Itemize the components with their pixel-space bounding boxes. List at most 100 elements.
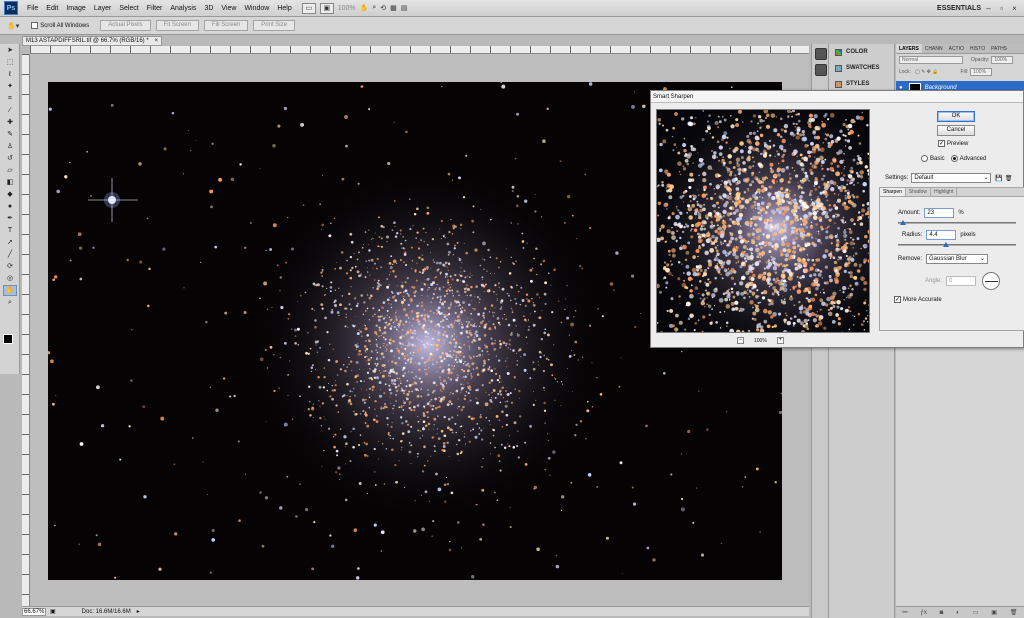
clone-stamp-tool-icon[interactable]: ♙ bbox=[3, 141, 17, 152]
path-selection-tool-icon[interactable]: ➚ bbox=[3, 237, 17, 248]
zoom-tool-icon[interactable]: ⌕ bbox=[370, 4, 378, 12]
status-zoom-field[interactable]: 66.67% bbox=[22, 607, 46, 616]
zoom-tool-icon-toolbox[interactable]: ⌕ bbox=[3, 297, 17, 308]
move-tool-icon[interactable]: ➤ bbox=[3, 45, 17, 56]
radius-slider-thumb[interactable] bbox=[943, 242, 950, 247]
history-panel-icon[interactable] bbox=[815, 48, 827, 60]
brush-tool-icon[interactable]: ✎ bbox=[3, 129, 17, 140]
foreground-color-swatch[interactable] bbox=[3, 334, 13, 344]
menu-layer[interactable]: Layer bbox=[90, 0, 116, 17]
arrange-icon[interactable]: ▣ bbox=[319, 2, 334, 14]
dodge-tool-icon[interactable]: ● bbox=[3, 201, 17, 212]
info-panel-icon[interactable] bbox=[815, 64, 827, 76]
tab-paths[interactable]: PATHS bbox=[988, 44, 1010, 53]
marquee-tool-icon[interactable]: ⬚ bbox=[3, 57, 17, 68]
menu-analysis[interactable]: Analysis bbox=[166, 0, 200, 17]
pen-tool-icon[interactable]: ✒ bbox=[3, 213, 17, 224]
menu-window[interactable]: Window bbox=[240, 0, 273, 17]
color-panel-tab[interactable]: COLOR bbox=[829, 44, 894, 60]
amount-input[interactable]: 23 bbox=[924, 208, 955, 218]
zoom-level-select[interactable]: 100% bbox=[336, 5, 358, 12]
maximize-icon[interactable]: ▫ bbox=[995, 0, 1008, 17]
print-size-button[interactable]: Print Size bbox=[253, 20, 295, 31]
new-layer-icon[interactable]: ▣ bbox=[991, 609, 997, 616]
hand-tool-icon-toolbox[interactable]: ✋ bbox=[3, 285, 17, 296]
save-settings-icon[interactable]: 💾 bbox=[995, 175, 1002, 182]
angle-dial[interactable] bbox=[982, 272, 1000, 290]
zoom-in-button[interactable]: + bbox=[776, 337, 784, 344]
close-icon[interactable]: × bbox=[1008, 0, 1021, 17]
lasso-tool-icon[interactable]: ℓ bbox=[3, 69, 17, 80]
menu-help[interactable]: Help bbox=[273, 0, 295, 17]
delete-layer-icon[interactable]: 🗑 bbox=[1010, 609, 1018, 616]
fit-screen-button[interactable]: Fit Screen bbox=[155, 20, 199, 31]
grid-icon[interactable]: ▦ bbox=[388, 4, 399, 12]
more-accurate-checkbox[interactable]: ✓ bbox=[894, 296, 901, 303]
status-menu-icon[interactable]: ▣ bbox=[50, 608, 56, 615]
actual-pixels-button[interactable]: Actual Pixels bbox=[100, 20, 151, 31]
basic-radio[interactable] bbox=[921, 155, 928, 162]
3d-orbit-tool-icon[interactable]: ◎ bbox=[3, 273, 17, 284]
crop-tool-icon[interactable]: ⌗ bbox=[3, 93, 17, 104]
advanced-radio[interactable] bbox=[950, 155, 958, 162]
preview-checkbox[interactable]: ✓ bbox=[938, 140, 945, 147]
tab-layers[interactable]: LAYERS bbox=[896, 44, 922, 53]
settings-select[interactable]: Default ⌄ bbox=[911, 173, 992, 183]
tab-histogram[interactable]: HISTO bbox=[967, 44, 988, 53]
type-tool-icon[interactable]: T bbox=[3, 225, 17, 236]
adjustment-layer-icon[interactable]: ◐ bbox=[956, 610, 960, 616]
document-tab[interactable]: M13 ASTAPDIFFSRIL.tif @ 66.7% (RGB/16) *… bbox=[22, 36, 162, 46]
shape-tool-icon[interactable]: ╱ bbox=[3, 249, 17, 260]
gradient-tool-icon[interactable]: ◧ bbox=[3, 177, 17, 188]
tab-highlight[interactable]: Highlight bbox=[931, 188, 958, 196]
extras-icon[interactable]: ▤ bbox=[399, 4, 410, 12]
screen-mode-icon[interactable]: ▭ bbox=[301, 2, 316, 14]
angle-input[interactable]: 0 bbox=[946, 276, 977, 286]
radius-slider-track[interactable] bbox=[898, 244, 1016, 246]
workspace-switcher[interactable]: ESSENTIALS bbox=[937, 0, 981, 17]
3d-rotate-tool-icon[interactable]: ⟳ bbox=[3, 261, 17, 272]
more-accurate-toggle[interactable]: ✓ More Accurate bbox=[894, 296, 942, 303]
magic-wand-tool-icon[interactable]: ✦ bbox=[3, 81, 17, 92]
menu-select[interactable]: Select bbox=[115, 0, 142, 17]
scroll-all-windows-checkbox[interactable] bbox=[31, 22, 39, 29]
status-arrow-icon[interactable]: ▸ bbox=[137, 608, 140, 615]
radius-input[interactable]: 4.4 bbox=[926, 230, 957, 240]
menu-file[interactable]: File bbox=[23, 0, 42, 17]
blur-tool-icon[interactable]: ◆ bbox=[3, 189, 17, 200]
healing-brush-tool-icon[interactable]: ✚ bbox=[3, 117, 17, 128]
document-close-icon[interactable]: × bbox=[154, 37, 161, 45]
new-group-icon[interactable]: ▭ bbox=[973, 609, 979, 616]
rotate-view-icon[interactable]: ⟲ bbox=[378, 4, 388, 12]
zoom-out-button[interactable]: − bbox=[737, 337, 744, 344]
sharpen-preview[interactable] bbox=[656, 109, 870, 333]
tab-sharpen[interactable]: Sharpen bbox=[880, 188, 906, 196]
ok-button[interactable]: OK bbox=[937, 111, 975, 122]
menu-edit[interactable]: Edit bbox=[42, 0, 62, 17]
tab-channels[interactable]: CHANN bbox=[922, 44, 946, 53]
hand-tool-preset-icon[interactable]: ✋▾ bbox=[5, 22, 21, 30]
cancel-button[interactable]: Cancel bbox=[937, 125, 975, 136]
amount-slider-thumb[interactable] bbox=[900, 220, 907, 225]
hand-tool-icon[interactable]: ✋ bbox=[358, 4, 371, 12]
menu-filter[interactable]: Filter bbox=[143, 0, 167, 17]
minimize-icon[interactable]: – bbox=[982, 0, 995, 17]
menu-3d[interactable]: 3D bbox=[200, 0, 217, 17]
fx-icon[interactable]: ƒx bbox=[920, 610, 926, 616]
tab-shadow[interactable]: Shadow bbox=[906, 188, 931, 196]
add-mask-icon[interactable]: ◙ bbox=[940, 610, 944, 616]
tab-actions[interactable]: ACTIO bbox=[946, 44, 967, 53]
menu-view[interactable]: View bbox=[217, 0, 240, 17]
menu-image[interactable]: Image bbox=[62, 0, 89, 17]
history-brush-tool-icon[interactable]: ↺ bbox=[3, 153, 17, 164]
blend-mode-select[interactable]: Normal bbox=[899, 56, 963, 64]
fill-field[interactable]: 100% bbox=[970, 68, 993, 76]
amount-slider-track[interactable] bbox=[898, 222, 1016, 224]
eraser-tool-icon[interactable]: ▱ bbox=[3, 165, 17, 176]
lock-icons[interactable]: ▢ ✎ ✥ 🔒 bbox=[915, 69, 939, 75]
opacity-field[interactable]: 100% bbox=[991, 56, 1014, 64]
eyedropper-tool-icon[interactable]: ⁄ bbox=[3, 105, 17, 116]
remove-select[interactable]: Gaussian Blur ⌄ bbox=[926, 254, 989, 264]
fill-screen-button[interactable]: Fill Screen bbox=[203, 20, 249, 31]
swatches-panel-tab[interactable]: SWATCHES bbox=[829, 60, 894, 76]
